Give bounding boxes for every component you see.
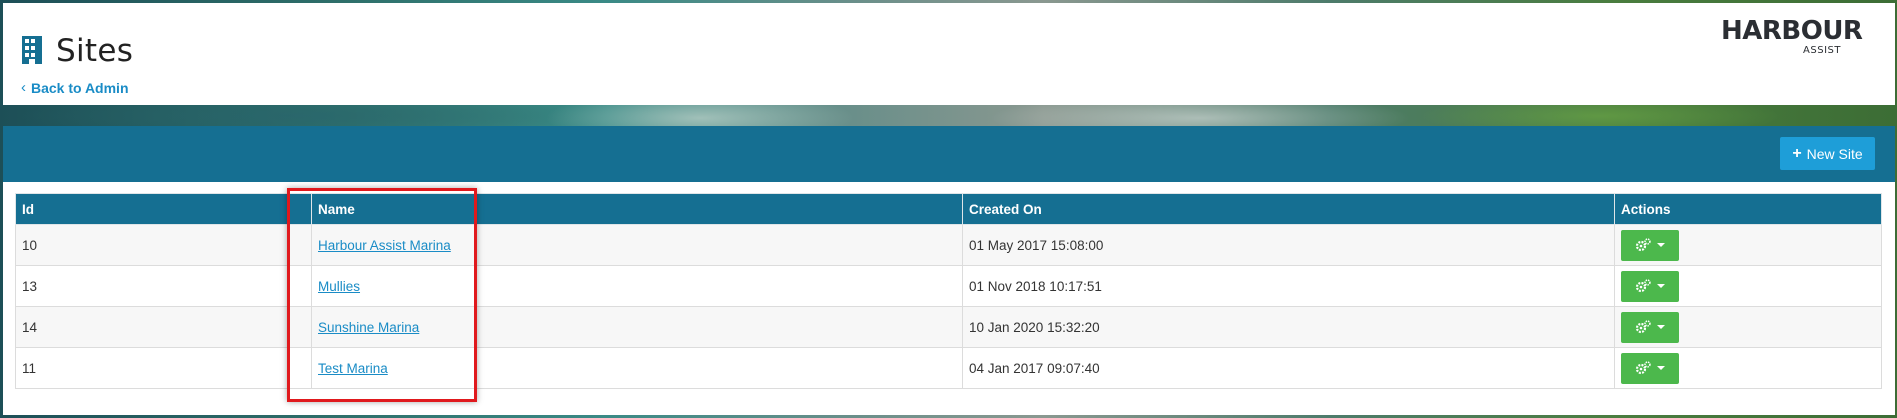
column-header-id[interactable]: Id bbox=[15, 193, 312, 225]
gears-icon bbox=[1635, 279, 1651, 293]
cell-id: 14 bbox=[15, 306, 312, 348]
new-site-button[interactable]: + New Site bbox=[1780, 137, 1875, 170]
chevron-left-icon: ‹ bbox=[21, 79, 26, 96]
page-title: Sites bbox=[56, 33, 134, 69]
cell-created-on: 10 Jan 2020 15:32:20 bbox=[962, 306, 1615, 348]
cell-id: 10 bbox=[15, 224, 312, 266]
actions-dropdown-button[interactable] bbox=[1621, 311, 1679, 343]
toolbar: + New Site bbox=[3, 126, 1895, 182]
back-to-admin-link[interactable]: ‹ Back to Admin bbox=[21, 79, 129, 96]
cell-id: 13 bbox=[15, 265, 312, 307]
cell-created-on: 01 May 2017 15:08:00 bbox=[962, 224, 1615, 266]
cell-actions bbox=[1614, 224, 1882, 266]
column-header-created-on[interactable]: Created On bbox=[962, 193, 1615, 225]
actions-dropdown-button[interactable] bbox=[1621, 270, 1679, 302]
cell-actions bbox=[1614, 347, 1882, 389]
cell-actions bbox=[1614, 306, 1882, 348]
gears-icon bbox=[1635, 320, 1651, 334]
gears-icon bbox=[1635, 238, 1651, 252]
cell-id: 11 bbox=[15, 347, 312, 389]
back-link-label: Back to Admin bbox=[31, 79, 129, 96]
name-column-highlight-box bbox=[287, 188, 477, 402]
logo-sub-text: ASSIST bbox=[1803, 45, 1841, 56]
plus-icon: + bbox=[1792, 144, 1802, 162]
column-header-actions: Actions bbox=[1614, 193, 1882, 225]
actions-dropdown-button[interactable] bbox=[1621, 229, 1679, 261]
gears-icon bbox=[1635, 361, 1651, 375]
caret-down-icon bbox=[1657, 366, 1665, 370]
logo-main-text: HARBOUR bbox=[1721, 16, 1863, 46]
caret-down-icon bbox=[1657, 243, 1665, 247]
page-header: Sites ‹ Back to Admin HARBOUR ASSIST bbox=[3, 3, 1895, 105]
actions-dropdown-button[interactable] bbox=[1621, 352, 1679, 384]
building-icon bbox=[22, 36, 42, 64]
cell-created-on: 04 Jan 2017 09:07:40 bbox=[962, 347, 1615, 389]
cell-actions bbox=[1614, 265, 1882, 307]
new-site-label: New Site bbox=[1806, 145, 1863, 162]
cell-created-on: 01 Nov 2018 10:17:51 bbox=[962, 265, 1615, 307]
caret-down-icon bbox=[1657, 325, 1665, 329]
harbour-assist-logo: HARBOUR ASSIST bbox=[1721, 16, 1863, 58]
caret-down-icon bbox=[1657, 284, 1665, 288]
